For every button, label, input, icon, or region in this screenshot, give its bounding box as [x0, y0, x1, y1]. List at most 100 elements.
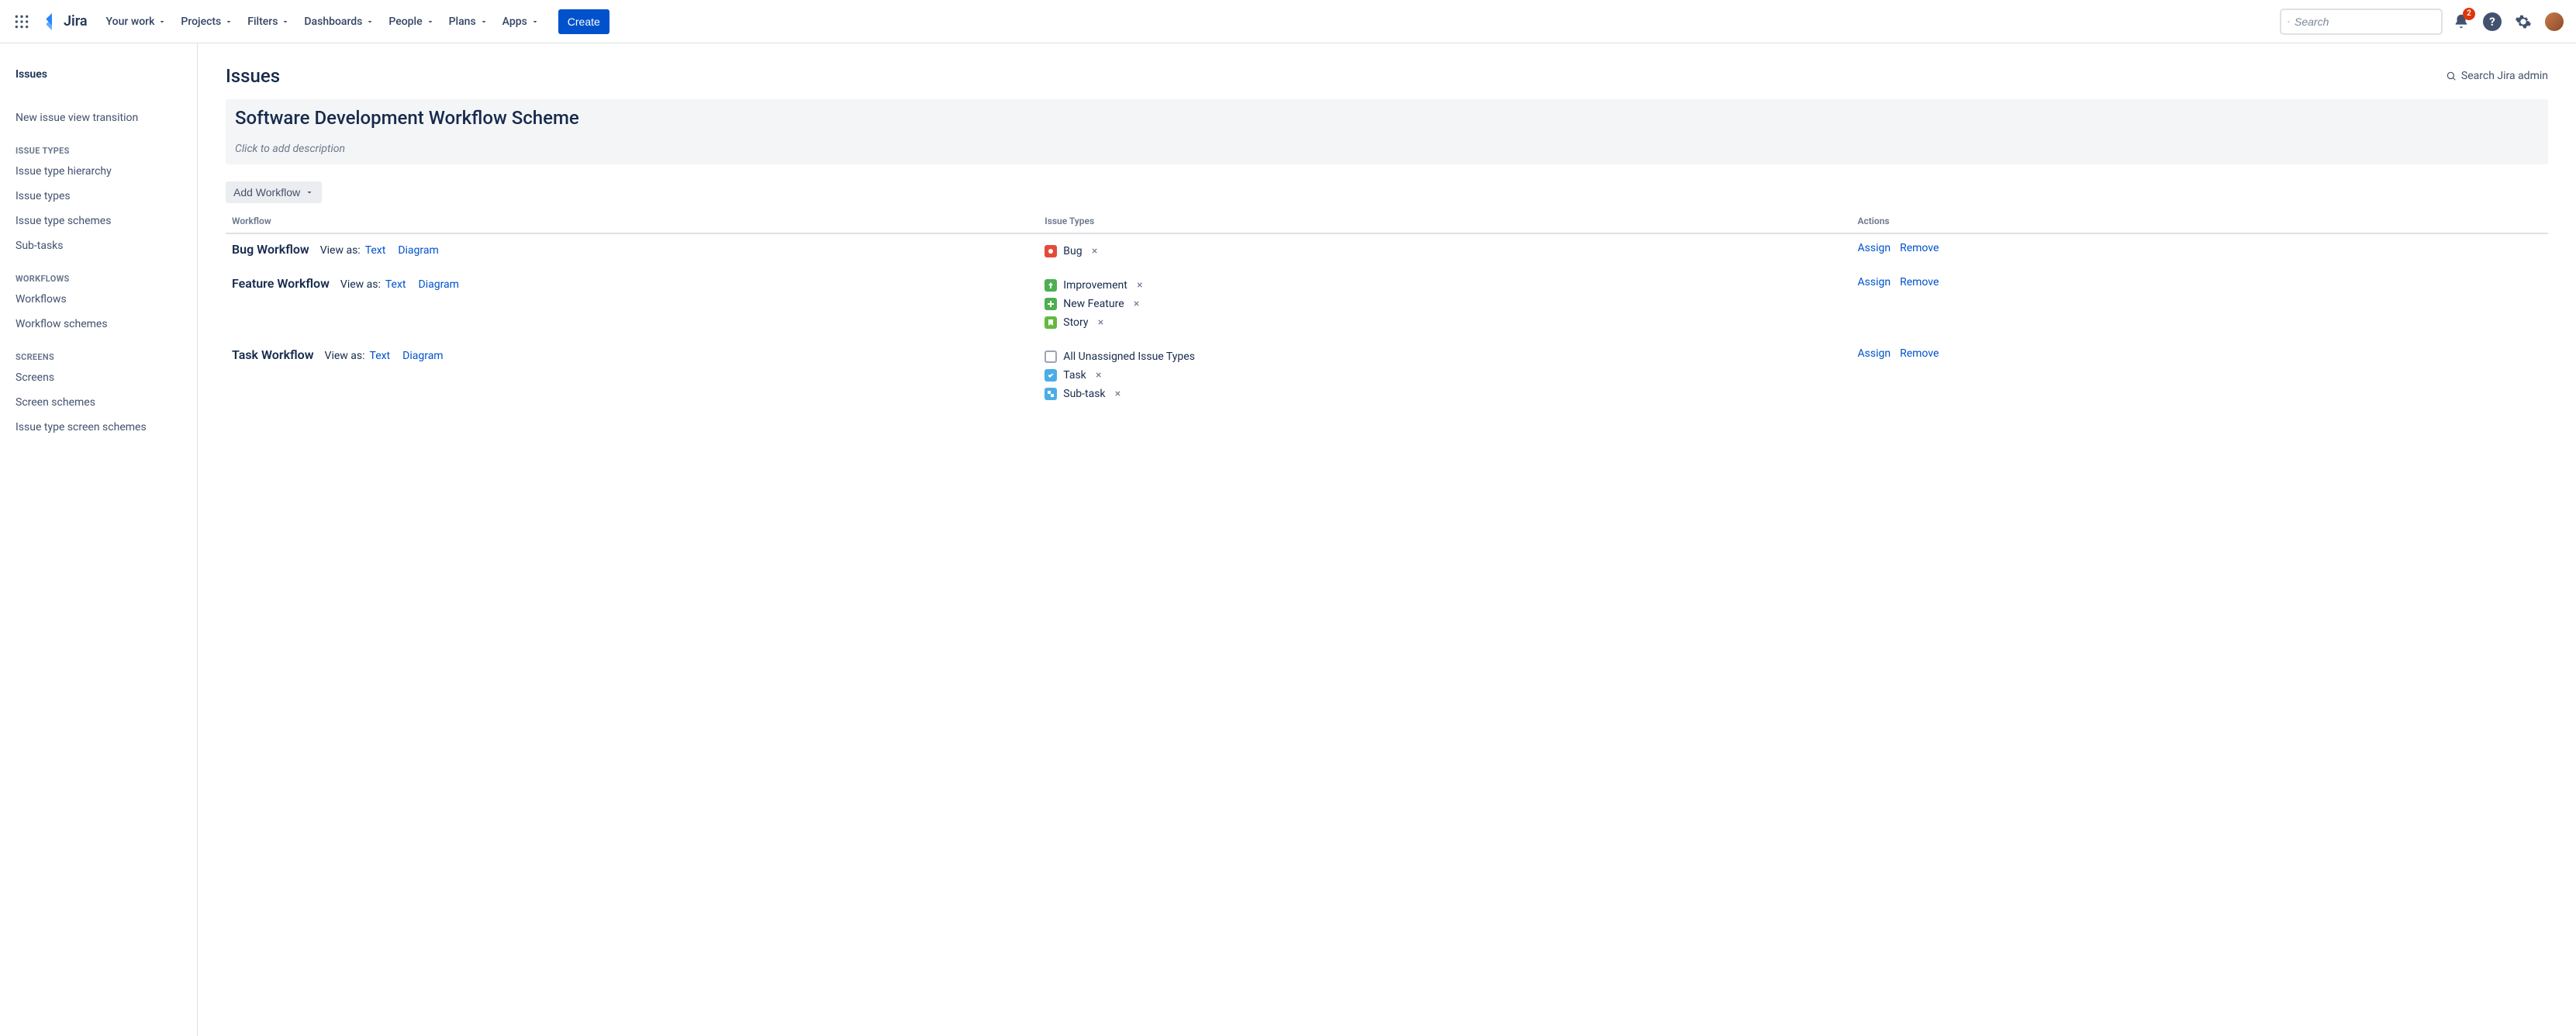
- nav-item-filters[interactable]: Filters: [241, 9, 296, 34]
- avatar: [2545, 12, 2564, 31]
- jira-logo-text: Jira: [64, 13, 88, 29]
- app-switcher-icon[interactable]: [9, 9, 34, 34]
- sidebar-group-label: ISSUE TYPES: [6, 130, 191, 159]
- issue-type-label: Bug: [1063, 245, 1082, 257]
- view-text-link[interactable]: Text: [365, 244, 386, 257]
- settings-button[interactable]: [2511, 9, 2536, 34]
- page-title: Issues: [226, 65, 280, 87]
- sidebar-link-issue-type-schemes[interactable]: Issue type schemes: [6, 209, 191, 233]
- nav-item-label: Plans: [449, 16, 476, 28]
- chevron-down-icon: [157, 17, 167, 26]
- remove-link[interactable]: Remove: [1900, 242, 1939, 254]
- profile-button[interactable]: [2542, 9, 2567, 34]
- chevron-down-icon: [479, 17, 489, 26]
- issue-type-row: Improvement ×: [1045, 276, 1845, 295]
- sidebar-link-workflows[interactable]: Workflows: [6, 287, 191, 312]
- workflow-name: Task Workflow: [232, 347, 314, 362]
- sidebar-link-new-issue-view-transition[interactable]: New issue view transition: [6, 105, 191, 130]
- nav-item-your-work[interactable]: Your work: [100, 9, 174, 34]
- view-diagram-link[interactable]: Diagram: [402, 350, 443, 362]
- top-nav: Jira Your work Projects Filters Dashboards P…: [0, 0, 2576, 43]
- sidebar-link-sub-tasks[interactable]: Sub-tasks: [6, 233, 191, 258]
- create-button[interactable]: Create: [558, 9, 609, 34]
- col-actions: Actions: [1852, 209, 2549, 233]
- remove-link[interactable]: Remove: [1900, 276, 1939, 288]
- admin-search-label: Search Jira admin: [2461, 70, 2548, 82]
- col-workflow: Workflow: [226, 209, 1038, 233]
- nav-item-label: Your work: [106, 16, 155, 28]
- nav-item-projects[interactable]: Projects: [174, 9, 240, 34]
- notifications-button[interactable]: 2: [2449, 9, 2474, 34]
- remove-issue-type-icon[interactable]: ×: [1093, 369, 1105, 382]
- add-workflow-label: Add Workflow: [233, 186, 300, 199]
- issue-type-label: Improvement: [1063, 279, 1127, 292]
- table-row: Task Workflow View as: Text Diagram All Unas…: [226, 340, 2548, 411]
- issue-type-label: New Feature: [1063, 298, 1124, 310]
- nav-item-label: Filters: [247, 16, 278, 28]
- issue-type-row: Task ×: [1045, 366, 1845, 385]
- nav-item-dashboards[interactable]: Dashboards: [298, 9, 381, 34]
- chevron-down-icon: [426, 17, 435, 26]
- view-diagram-link[interactable]: Diagram: [419, 278, 459, 291]
- jira-logo[interactable]: Jira: [37, 9, 94, 34]
- sidebar-link-issue-type-screen-schemes[interactable]: Issue type screen schemes: [6, 415, 191, 440]
- gear-icon: [2515, 13, 2532, 30]
- chevron-down-icon: [224, 17, 233, 26]
- main-content: Issues Search Jira admin Software Develo…: [198, 43, 2576, 1036]
- view-as-label: View as:: [325, 350, 365, 362]
- table-row: Feature WorkflowView as:TextDiagramImpro…: [226, 268, 2548, 340]
- admin-search-link[interactable]: Search Jira admin: [2446, 70, 2548, 82]
- help-icon: ?: [2483, 12, 2502, 31]
- newfeature-icon: [1045, 298, 1057, 310]
- issue-type-label: Story: [1063, 316, 1088, 329]
- view-text-link[interactable]: Text: [370, 350, 391, 362]
- notification-badge: 2: [2463, 8, 2475, 20]
- col-issue-types: Issue Types: [1038, 209, 1851, 233]
- issue-type-row: Story ×: [1045, 313, 1845, 332]
- issue-type-label: Task: [1063, 369, 1086, 382]
- issue-type-row: Bug ×: [1045, 242, 1845, 261]
- nav-item-people[interactable]: People: [382, 9, 440, 34]
- chevron-down-icon: [305, 188, 314, 197]
- sidebar-link-issue-type-hierarchy[interactable]: Issue type hierarchy: [6, 159, 191, 184]
- issue-type-row: Sub-task ×: [1045, 385, 1845, 403]
- issue-type-label: Sub-task: [1063, 388, 1105, 400]
- sidebar-group-label: SCREENS: [6, 337, 191, 365]
- view-text-link[interactable]: Text: [385, 278, 406, 291]
- issue-type-label: All Unassigned Issue Types: [1063, 351, 1195, 363]
- chevron-down-icon: [365, 17, 375, 26]
- remove-issue-type-icon[interactable]: ×: [1112, 388, 1124, 400]
- task-icon: [1045, 369, 1057, 382]
- remove-issue-type-icon[interactable]: ×: [1131, 298, 1143, 310]
- nav-item-label: People: [388, 16, 422, 28]
- view-diagram-link[interactable]: Diagram: [398, 244, 438, 257]
- remove-issue-type-icon[interactable]: ×: [1089, 245, 1101, 257]
- assign-link[interactable]: Assign: [1858, 276, 1891, 288]
- sidebar-link-issue-types[interactable]: Issue types: [6, 184, 191, 209]
- sidebar-link-workflow-schemes[interactable]: Workflow schemes: [6, 312, 191, 337]
- remove-issue-type-icon[interactable]: ×: [1094, 316, 1107, 329]
- issue-type-row: All Unassigned Issue Types: [1045, 347, 1845, 366]
- add-workflow-button[interactable]: Add Workflow: [226, 181, 322, 203]
- assign-link[interactable]: Assign: [1858, 242, 1891, 254]
- nav-item-apps[interactable]: Apps: [496, 9, 546, 34]
- nav-item-label: Dashboards: [304, 16, 362, 28]
- remove-link[interactable]: Remove: [1900, 347, 1939, 360]
- global-search[interactable]: [2280, 9, 2443, 35]
- sidebar-link-screens[interactable]: Screens: [6, 365, 191, 390]
- sidebar-title: Issues: [6, 62, 191, 87]
- help-button[interactable]: ?: [2480, 9, 2505, 34]
- table-row: Bug WorkflowView as:TextDiagramBug×Assig…: [226, 233, 2548, 268]
- remove-issue-type-icon[interactable]: ×: [1134, 279, 1146, 292]
- view-as-label: View as:: [320, 244, 361, 257]
- chevron-down-icon: [530, 17, 540, 26]
- nav-item-plans[interactable]: Plans: [443, 9, 495, 34]
- nav-item-label: Projects: [181, 16, 221, 28]
- search-icon: [2288, 16, 2290, 28]
- search-input[interactable]: [2295, 16, 2435, 28]
- scheme-title[interactable]: Software Development Workflow Scheme: [226, 99, 2548, 136]
- scheme-description[interactable]: Click to add description: [226, 136, 2548, 164]
- workflow-name: Feature Workflow: [232, 276, 330, 291]
- sidebar-link-screen-schemes[interactable]: Screen schemes: [6, 390, 191, 415]
- assign-link[interactable]: Assign: [1858, 347, 1891, 360]
